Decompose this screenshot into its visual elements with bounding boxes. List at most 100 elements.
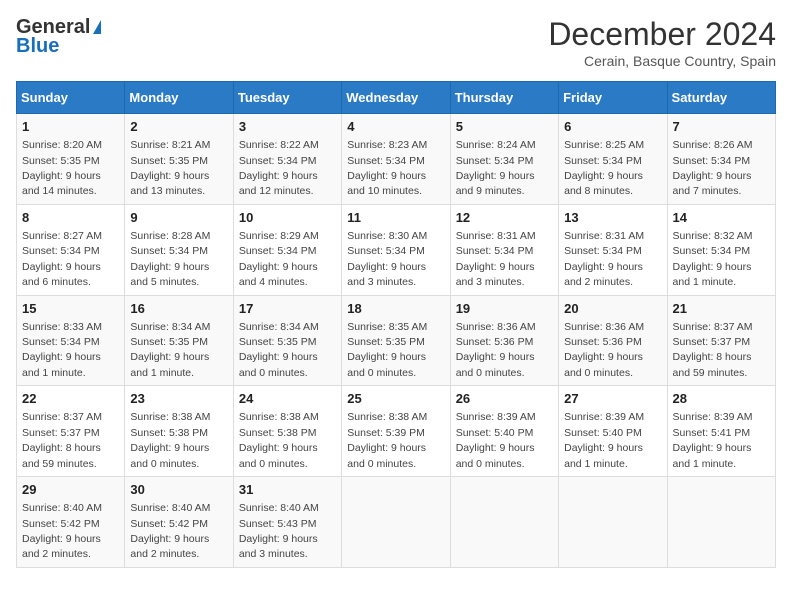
table-row: 6 Sunrise: 8:25 AMSunset: 5:34 PMDaylight… bbox=[559, 114, 667, 205]
cell-info: Sunrise: 8:24 AMSunset: 5:34 PMDaylight:… bbox=[456, 139, 536, 197]
cell-info: Sunrise: 8:21 AMSunset: 5:35 PMDaylight:… bbox=[130, 139, 210, 197]
cell-info: Sunrise: 8:38 AMSunset: 5:38 PMDaylight:… bbox=[130, 411, 210, 469]
day-number: 3 bbox=[239, 118, 336, 136]
table-row bbox=[342, 477, 450, 568]
day-number: 1 bbox=[22, 118, 119, 136]
table-row: 16 Sunrise: 8:34 AMSunset: 5:35 PMDayligh… bbox=[125, 295, 233, 386]
header-saturday: Saturday bbox=[667, 82, 775, 114]
table-row: 10 Sunrise: 8:29 AMSunset: 5:34 PMDayligh… bbox=[233, 204, 341, 295]
day-number: 10 bbox=[239, 209, 336, 227]
cell-info: Sunrise: 8:34 AMSunset: 5:35 PMDaylight:… bbox=[130, 321, 210, 379]
table-row bbox=[559, 477, 667, 568]
header-monday: Monday bbox=[125, 82, 233, 114]
day-number: 25 bbox=[347, 390, 444, 408]
day-number: 5 bbox=[456, 118, 553, 136]
cell-info: Sunrise: 8:25 AMSunset: 5:34 PMDaylight:… bbox=[564, 139, 644, 197]
cell-info: Sunrise: 8:34 AMSunset: 5:35 PMDaylight:… bbox=[239, 321, 319, 379]
day-number: 16 bbox=[130, 300, 227, 318]
table-row: 30 Sunrise: 8:40 AMSunset: 5:42 PMDayligh… bbox=[125, 477, 233, 568]
day-number: 23 bbox=[130, 390, 227, 408]
table-row: 18 Sunrise: 8:35 AMSunset: 5:35 PMDayligh… bbox=[342, 295, 450, 386]
day-number: 21 bbox=[673, 300, 770, 318]
cell-info: Sunrise: 8:26 AMSunset: 5:34 PMDaylight:… bbox=[673, 139, 753, 197]
table-row: 27Sunrise: 8:39 AMSunset: 5:40 PMDayligh… bbox=[559, 386, 667, 477]
day-number: 29 bbox=[22, 481, 119, 499]
cell-info: Sunrise: 8:40 AMSunset: 5:42 PMDaylight:… bbox=[130, 502, 210, 560]
day-number: 22 bbox=[22, 390, 119, 408]
header: General Blue December 2024 Cerain, Basqu… bbox=[16, 16, 776, 69]
day-number: 24 bbox=[239, 390, 336, 408]
cell-info: Sunrise: 8:33 AMSunset: 5:34 PMDaylight:… bbox=[22, 321, 102, 379]
header-wednesday: Wednesday bbox=[342, 82, 450, 114]
location-subtitle: Cerain, Basque Country, Spain bbox=[548, 53, 776, 69]
cell-info: Sunrise: 8:38 AMSunset: 5:38 PMDaylight:… bbox=[239, 411, 319, 469]
table-row: 19 Sunrise: 8:36 AMSunset: 5:36 PMDayligh… bbox=[450, 295, 558, 386]
day-number: 28 bbox=[673, 390, 770, 408]
header-sunday: Sunday bbox=[17, 82, 125, 114]
table-row bbox=[450, 477, 558, 568]
table-row: 15 Sunrise: 8:33 AMSunset: 5:34 PMDayligh… bbox=[17, 295, 125, 386]
table-row: 8Sunrise: 8:27 AMSunset: 5:34 PMDaylight… bbox=[17, 204, 125, 295]
table-row: 2 Sunrise: 8:21 AMSunset: 5:35 PMDaylight… bbox=[125, 114, 233, 205]
day-number: 30 bbox=[130, 481, 227, 499]
day-number: 26 bbox=[456, 390, 553, 408]
day-number: 31 bbox=[239, 481, 336, 499]
table-row: 4 Sunrise: 8:23 AMSunset: 5:34 PMDaylight… bbox=[342, 114, 450, 205]
cell-info: Sunrise: 8:38 AMSunset: 5:39 PMDaylight:… bbox=[347, 411, 427, 469]
cell-info: Sunrise: 8:40 AMSunset: 5:43 PMDaylight:… bbox=[239, 502, 319, 560]
table-row: 9 Sunrise: 8:28 AMSunset: 5:34 PMDaylight… bbox=[125, 204, 233, 295]
table-row: 24 Sunrise: 8:38 AMSunset: 5:38 PMDayligh… bbox=[233, 386, 341, 477]
day-number: 15 bbox=[22, 300, 119, 318]
title-area: December 2024 Cerain, Basque Country, Sp… bbox=[548, 16, 776, 69]
cell-info: Sunrise: 8:29 AMSunset: 5:34 PMDaylight:… bbox=[239, 230, 319, 288]
table-row: 23 Sunrise: 8:38 AMSunset: 5:38 PMDayligh… bbox=[125, 386, 233, 477]
logo: General Blue bbox=[16, 16, 101, 58]
header-friday: Friday bbox=[559, 82, 667, 114]
calendar-week-row: 22 Sunrise: 8:37 AMSunset: 5:37 PMDayligh… bbox=[17, 386, 776, 477]
table-row: 25 Sunrise: 8:38 AMSunset: 5:39 PMDayligh… bbox=[342, 386, 450, 477]
table-row: 5 Sunrise: 8:24 AMSunset: 5:34 PMDaylight… bbox=[450, 114, 558, 205]
day-number: 20 bbox=[564, 300, 661, 318]
table-row: 20 Sunrise: 8:36 AMSunset: 5:36 PMDayligh… bbox=[559, 295, 667, 386]
header-thursday: Thursday bbox=[450, 82, 558, 114]
table-row: 3 Sunrise: 8:22 AMSunset: 5:34 PMDaylight… bbox=[233, 114, 341, 205]
table-row: 14Sunrise: 8:32 AMSunset: 5:34 PMDayligh… bbox=[667, 204, 775, 295]
logo-triangle-icon bbox=[93, 20, 101, 34]
table-row: 7Sunrise: 8:26 AMSunset: 5:34 PMDaylight… bbox=[667, 114, 775, 205]
table-row: 26Sunrise: 8:39 AMSunset: 5:40 PMDayligh… bbox=[450, 386, 558, 477]
logo-blue: Blue bbox=[16, 35, 59, 58]
cell-info: Sunrise: 8:22 AMSunset: 5:34 PMDaylight:… bbox=[239, 139, 319, 197]
day-number: 18 bbox=[347, 300, 444, 318]
cell-info: Sunrise: 8:28 AMSunset: 5:34 PMDaylight:… bbox=[130, 230, 210, 288]
cell-info: Sunrise: 8:37 AMSunset: 5:37 PMDaylight:… bbox=[22, 411, 102, 469]
cell-info: Sunrise: 8:23 AMSunset: 5:34 PMDaylight:… bbox=[347, 139, 427, 197]
cell-info: Sunrise: 8:39 AMSunset: 5:40 PMDaylight:… bbox=[564, 411, 644, 469]
day-number: 2 bbox=[130, 118, 227, 136]
table-row: 21Sunrise: 8:37 AMSunset: 5:37 PMDayligh… bbox=[667, 295, 775, 386]
cell-info: Sunrise: 8:39 AMSunset: 5:41 PMDaylight:… bbox=[673, 411, 753, 469]
cell-info: Sunrise: 8:36 AMSunset: 5:36 PMDaylight:… bbox=[456, 321, 536, 379]
day-number: 6 bbox=[564, 118, 661, 136]
day-number: 4 bbox=[347, 118, 444, 136]
table-row: 13Sunrise: 8:31 AMSunset: 5:34 PMDayligh… bbox=[559, 204, 667, 295]
table-row: 28 Sunrise: 8:39 AMSunset: 5:41 PMDayligh… bbox=[667, 386, 775, 477]
table-row: 1 Sunrise: 8:20 AMSunset: 5:35 PMDaylight… bbox=[17, 114, 125, 205]
calendar-week-row: 15 Sunrise: 8:33 AMSunset: 5:34 PMDayligh… bbox=[17, 295, 776, 386]
cell-info: Sunrise: 8:36 AMSunset: 5:36 PMDaylight:… bbox=[564, 321, 644, 379]
day-number: 19 bbox=[456, 300, 553, 318]
table-row: 22 Sunrise: 8:37 AMSunset: 5:37 PMDayligh… bbox=[17, 386, 125, 477]
table-row: 11Sunrise: 8:30 AMSunset: 5:34 PMDayligh… bbox=[342, 204, 450, 295]
header-tuesday: Tuesday bbox=[233, 82, 341, 114]
cell-info: Sunrise: 8:35 AMSunset: 5:35 PMDaylight:… bbox=[347, 321, 427, 379]
weekday-header-row: Sunday Monday Tuesday Wednesday Thursday… bbox=[17, 82, 776, 114]
calendar-week-row: 1 Sunrise: 8:20 AMSunset: 5:35 PMDaylight… bbox=[17, 114, 776, 205]
cell-info: Sunrise: 8:20 AMSunset: 5:35 PMDaylight:… bbox=[22, 139, 102, 197]
calendar-table: Sunday Monday Tuesday Wednesday Thursday… bbox=[16, 81, 776, 568]
table-row bbox=[667, 477, 775, 568]
day-number: 13 bbox=[564, 209, 661, 227]
day-number: 17 bbox=[239, 300, 336, 318]
table-row: 31 Sunrise: 8:40 AMSunset: 5:43 PMDayligh… bbox=[233, 477, 341, 568]
day-number: 8 bbox=[22, 209, 119, 227]
day-number: 9 bbox=[130, 209, 227, 227]
table-row: 29Sunrise: 8:40 AMSunset: 5:42 PMDayligh… bbox=[17, 477, 125, 568]
